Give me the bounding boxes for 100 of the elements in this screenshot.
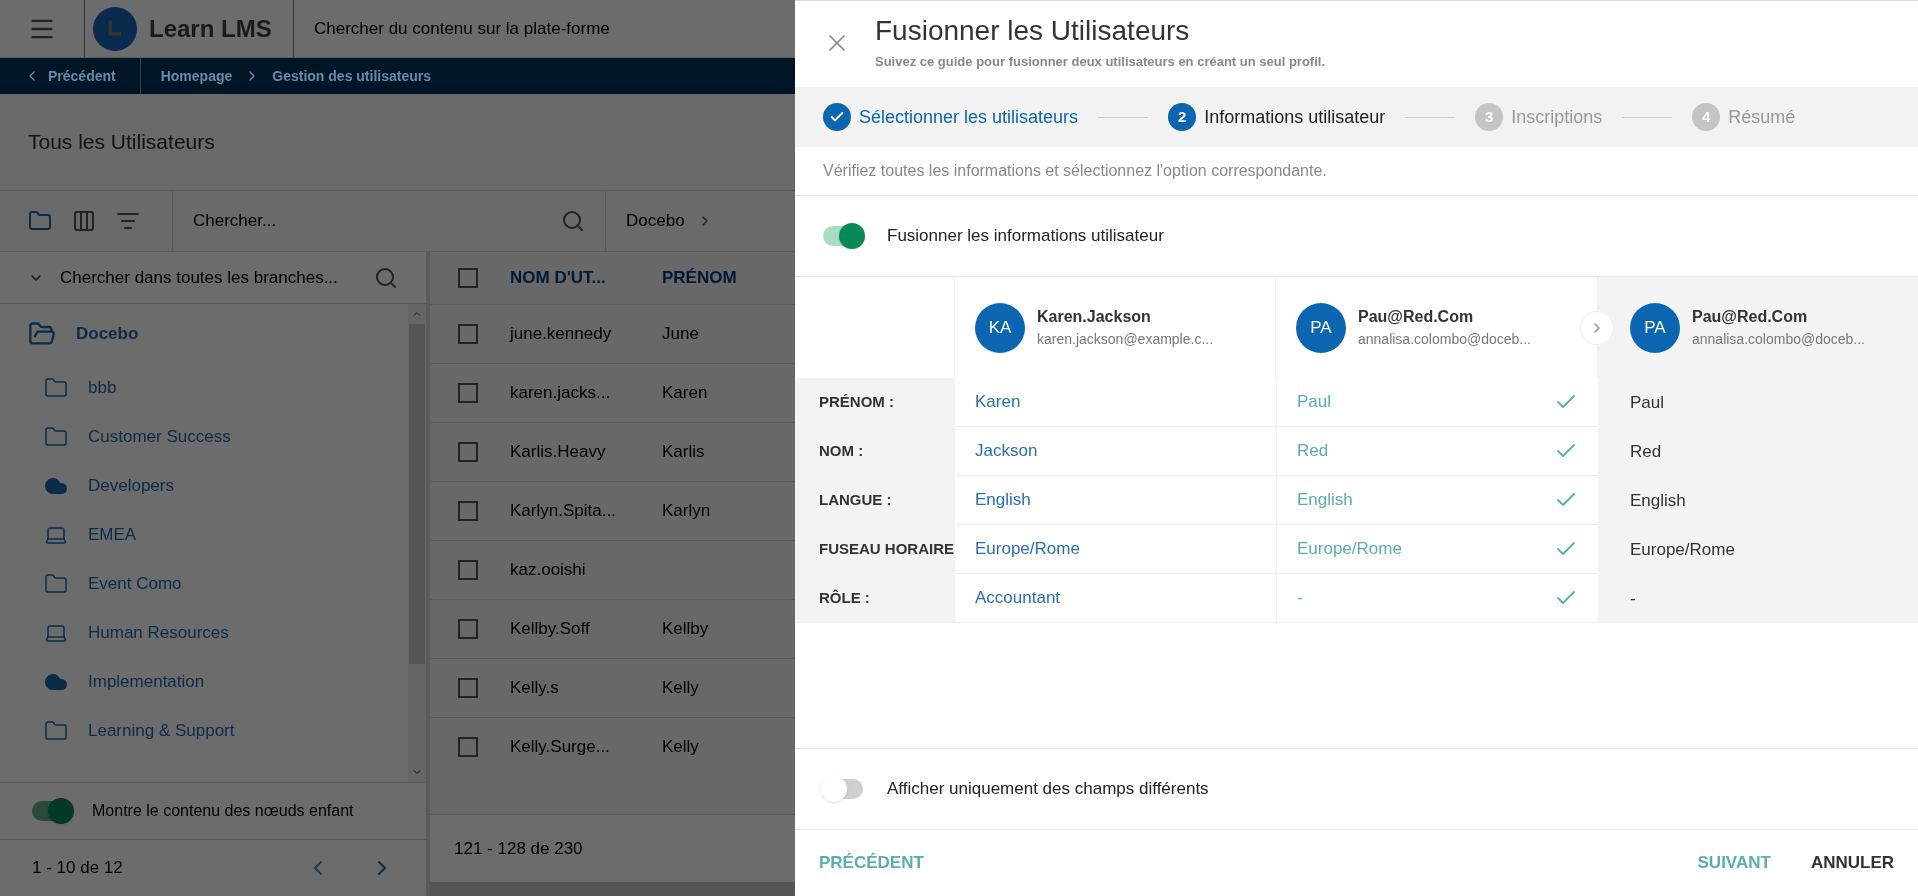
table-cell-text: june.kennedy [510, 323, 613, 346]
checkbox[interactable] [458, 442, 478, 462]
step-label[interactable]: Inscriptions [1511, 103, 1603, 131]
user-email: annalisa.colombo@doceb... [1358, 330, 1531, 349]
field-value[interactable]: English [975, 487, 1031, 513]
field-label: NOM : [819, 441, 864, 462]
column-header[interactable]: NOM D'UT... [510, 265, 630, 291]
table-cell-text: Karlyn [662, 500, 711, 523]
field-value[interactable]: Europe/Rome [1297, 536, 1554, 562]
table-cell-text: Karlyn.Spita... [510, 500, 617, 523]
tree-search-field[interactable]: Chercher dans toutes les branches... [60, 264, 358, 291]
checkbox[interactable] [458, 619, 478, 639]
page-title: Tous les Utilisateurs [28, 129, 215, 156]
field-value[interactable]: English [1297, 487, 1554, 513]
field-label: FUSEAU HORAIRE [819, 539, 954, 560]
tree-item[interactable]: bbb [88, 374, 117, 401]
field-value: - [1630, 587, 1636, 610]
step-label[interactable]: Sélectionner les utilisateurs [859, 103, 1079, 131]
field-value: Europe/Rome [1630, 538, 1735, 561]
avatar: PA [1630, 302, 1680, 353]
field-label: RÔLE : [819, 588, 870, 609]
avatar: KA [975, 302, 1025, 353]
step-label[interactable]: Informations utilisateur [1204, 103, 1386, 131]
avatar: PA [1296, 302, 1346, 353]
folder-icon [44, 424, 68, 449]
field-value[interactable]: Europe/Rome [975, 536, 1080, 562]
field-value[interactable]: Paul [1297, 389, 1554, 415]
table-cell-text: Kelly [662, 677, 699, 700]
table-cell-text: Kelly.s [510, 677, 560, 700]
breadcrumb-item[interactable]: Gestion des utilisateurs [272, 65, 431, 87]
user-name: Karen.Jackson [1037, 307, 1152, 327]
branch-label[interactable]: Docebo [626, 208, 685, 234]
table-cell-text: Kellby [662, 618, 709, 641]
pagination-text: 1 - 10 de 12 [32, 857, 124, 880]
table-cell-text: kaz.ooishi [510, 559, 587, 582]
field-value: English [1630, 489, 1686, 512]
toggle-switch[interactable] [823, 779, 863, 799]
checkbox[interactable] [458, 737, 478, 757]
checkbox[interactable] [458, 678, 478, 698]
toggle-switch[interactable] [32, 801, 72, 821]
table-cell-text: Kelly.Surge... [510, 736, 611, 759]
dialog-title: Fusionner les Utilisateurs [875, 14, 1191, 48]
checkbox[interactable] [458, 324, 478, 344]
field-value[interactable]: Jackson [975, 438, 1038, 464]
folder-icon[interactable] [28, 209, 52, 233]
table-cell-text: Karlis.Heavy [510, 441, 607, 464]
horizontal-scrollbar[interactable] [430, 882, 795, 896]
table-cell-text: Karlis [662, 441, 705, 464]
table-cell-text: Kellby.Soff [510, 618, 591, 641]
tree-item[interactable]: Implementation [88, 668, 205, 695]
logo-text: Learn LMS [149, 13, 272, 44]
tree-item[interactable]: Event Como [88, 570, 182, 597]
search-field[interactable]: Chercher du contenu sur la plate-forme [314, 15, 610, 42]
checkbox[interactable] [458, 268, 478, 288]
previous-button[interactable]: PRÉCÉDENT [815, 850, 928, 876]
back-link[interactable]: Précédent [0, 58, 141, 94]
folder-icon [44, 375, 68, 400]
columns-icon[interactable] [72, 209, 96, 233]
tree-item[interactable]: Customer Success [88, 423, 231, 450]
search-icon[interactable] [561, 209, 585, 233]
toggle-label: Afficher uniquement des champs différents [887, 778, 1209, 801]
user-name: Pau@Red.Com [1692, 307, 1809, 327]
dialog-subtitle: Suivez ce guide pour fusionner deux utilisateurs en créant un seul profil. [875, 53, 1326, 71]
toggle-label: Fusionner les informations utilisateur [887, 225, 1164, 248]
checkbox[interactable] [458, 383, 478, 403]
table-cell-text: Kelly [662, 736, 699, 759]
next-button[interactable]: SUIVANT [1693, 850, 1775, 876]
toggle-label: Montre le contenu des nœuds enfant [92, 801, 354, 821]
tree-item[interactable]: Human Resources [88, 619, 229, 646]
field-value[interactable]: Karen [975, 389, 1021, 415]
user-name: Pau@Red.Com [1358, 307, 1475, 327]
breadcrumb-item[interactable]: Homepage [160, 65, 233, 87]
hint-text: Vérifiez toutes les informations et sélectionnez l'option correspondante. [823, 161, 1327, 181]
field-value[interactable]: Red [1297, 438, 1554, 464]
user-email: annalisa.colombo@doceb... [1692, 330, 1865, 349]
column-header[interactable]: PRÉNOM [662, 265, 737, 291]
folder-icon [44, 718, 68, 743]
pagination-text: 121 - 128 de 230 [454, 837, 583, 860]
field-value[interactable]: Accountant [975, 585, 1061, 611]
step-number: 4 [1692, 103, 1721, 131]
field-value: Paul [1630, 391, 1665, 414]
search-icon[interactable] [374, 265, 398, 290]
tree-item[interactable]: EMEA [88, 521, 137, 548]
tree-item[interactable]: Learning & Support [88, 717, 235, 744]
cancel-button[interactable]: ANNULER [1806, 850, 1898, 876]
toggle-switch[interactable] [823, 226, 863, 246]
step-label[interactable]: Résumé [1728, 103, 1796, 131]
tree-item[interactable]: Docebo [76, 320, 139, 347]
field-value: Red [1630, 440, 1662, 463]
table-cell-text: karen.jacks... [510, 382, 612, 405]
field-value[interactable]: - [1297, 585, 1554, 611]
table-cell-text: Karen [662, 382, 708, 405]
step-number: 2 [1168, 103, 1197, 131]
field-label: PRÉNOM : [819, 392, 894, 413]
step-number: 3 [1475, 103, 1504, 131]
field-label: LANGUE : [819, 490, 892, 511]
tree-item[interactable]: Developers [88, 472, 174, 499]
checkbox[interactable] [458, 501, 478, 521]
checkbox[interactable] [458, 560, 478, 580]
search-field[interactable]: Chercher... [193, 208, 561, 234]
